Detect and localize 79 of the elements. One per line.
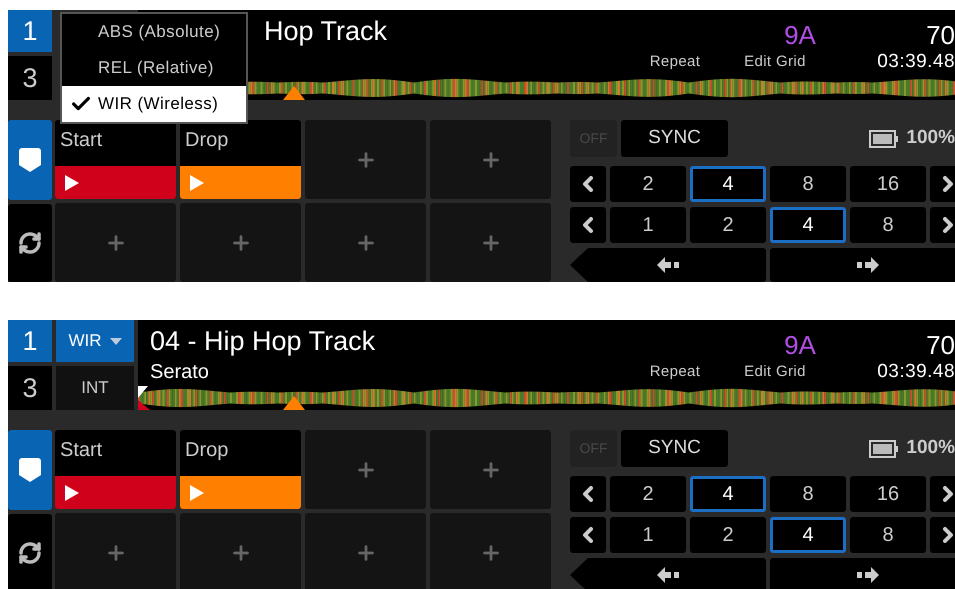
jump-forward-button[interactable]: [770, 248, 955, 282]
start-marker-icon: [138, 386, 150, 410]
cue-marker-icon: [19, 148, 41, 172]
action-link[interactable]: Edit Grid: [725, 50, 825, 74]
loop-size-button[interactable]: 4: [690, 476, 766, 512]
loop-size-button[interactable]: 16: [850, 166, 926, 202]
deck-button[interactable]: 1: [8, 10, 52, 52]
loop-size-button[interactable]: 2: [610, 166, 686, 202]
menu-item[interactable]: REL (Relative): [62, 50, 246, 86]
cue-pad[interactable]: Drop: [180, 120, 301, 199]
loop-size-button[interactable]: 1: [610, 517, 686, 553]
cue-mode-button[interactable]: [8, 430, 52, 510]
jump-back-icon: [657, 567, 679, 583]
loop-icon: [18, 231, 42, 255]
jump-back-button[interactable]: [570, 558, 766, 589]
deck-button[interactable]: 3: [8, 56, 52, 100]
action-link[interactable]: Edit Grid: [725, 360, 825, 384]
cue-marker-icon: [19, 458, 41, 482]
track-title: 04 - Hip Hop Track: [150, 326, 376, 356]
loop-size-button[interactable]: 2: [690, 517, 766, 553]
pad-label: Drop: [184, 128, 230, 153]
loop-size-button[interactable]: 4: [770, 207, 846, 243]
pad-label: Start: [59, 128, 104, 153]
deck-button[interactable]: 3: [8, 366, 52, 410]
cue-pad[interactable]: Start: [55, 120, 176, 199]
jump-forward-icon: [857, 567, 879, 583]
cue-mode-button[interactable]: [8, 120, 52, 200]
jump-forward-button[interactable]: [770, 558, 955, 589]
loop-mode-button[interactable]: [8, 514, 52, 589]
action-link[interactable]: Repeat: [625, 360, 725, 384]
play-icon: [65, 484, 79, 500]
loop-size-button[interactable]: 4: [690, 166, 766, 202]
battery-reading: 100%: [906, 126, 955, 150]
loop-size-button[interactable]: 2: [610, 476, 686, 512]
track-title: Hop Track: [264, 16, 388, 46]
play-icon: [190, 174, 204, 190]
playhead-icon: [283, 396, 305, 410]
action-link[interactable]: Repeat: [625, 50, 725, 74]
loop-size-button[interactable]: 8: [850, 207, 926, 243]
playhead-icon: [283, 86, 305, 100]
loop-size-button[interactable]: 8: [770, 476, 846, 512]
previous-button[interactable]: [570, 476, 606, 512]
deck-button[interactable]: 1: [8, 320, 52, 362]
loop-size-button[interactable]: 8: [850, 517, 926, 553]
key-label: 9A: [783, 332, 817, 358]
previous-button[interactable]: [570, 517, 606, 553]
pad-label: Drop: [184, 438, 230, 463]
caret-icon: [110, 338, 122, 344]
play-icon: [65, 174, 79, 190]
jump-forward-icon: [857, 257, 879, 273]
bpm-label: 70: [925, 332, 955, 358]
time-label: 03:39.48: [876, 50, 955, 74]
loop-size-button[interactable]: 8: [770, 166, 846, 202]
sync-button[interactable]: SYNC: [621, 120, 728, 157]
loop-size-button[interactable]: 1: [610, 207, 686, 243]
previous-button[interactable]: [570, 207, 606, 243]
battery-icon: [869, 440, 900, 458]
input-button[interactable]: INT: [56, 366, 134, 410]
battery-reading: 100%: [906, 436, 955, 460]
time-label: 03:39.48: [876, 360, 955, 384]
loop-size-button[interactable]: 16: [850, 476, 926, 512]
artist-label: Serato: [150, 362, 210, 382]
mode-dropdown[interactable]: WIR: [56, 320, 134, 362]
cue-pad[interactable]: Drop: [180, 430, 301, 509]
loop-mode-button[interactable]: [8, 204, 52, 282]
bpm-label: 70: [925, 22, 955, 48]
previous-button[interactable]: [570, 166, 606, 202]
cue-pad[interactable]: Start: [55, 430, 176, 509]
jump-back-icon: [657, 257, 679, 273]
menu-item[interactable]: WIR (Wireless): [62, 86, 246, 122]
sync-button[interactable]: SYNC: [621, 430, 728, 467]
key-label: 9A: [783, 22, 817, 48]
loop-icon: [18, 541, 42, 565]
pad-label: Start: [59, 438, 104, 463]
battery-icon: [869, 130, 900, 148]
play-icon: [190, 484, 204, 500]
menu-item[interactable]: ABS (Absolute): [62, 14, 246, 50]
loop-size-button[interactable]: 4: [770, 517, 846, 553]
loop-size-button[interactable]: 2: [690, 207, 766, 243]
